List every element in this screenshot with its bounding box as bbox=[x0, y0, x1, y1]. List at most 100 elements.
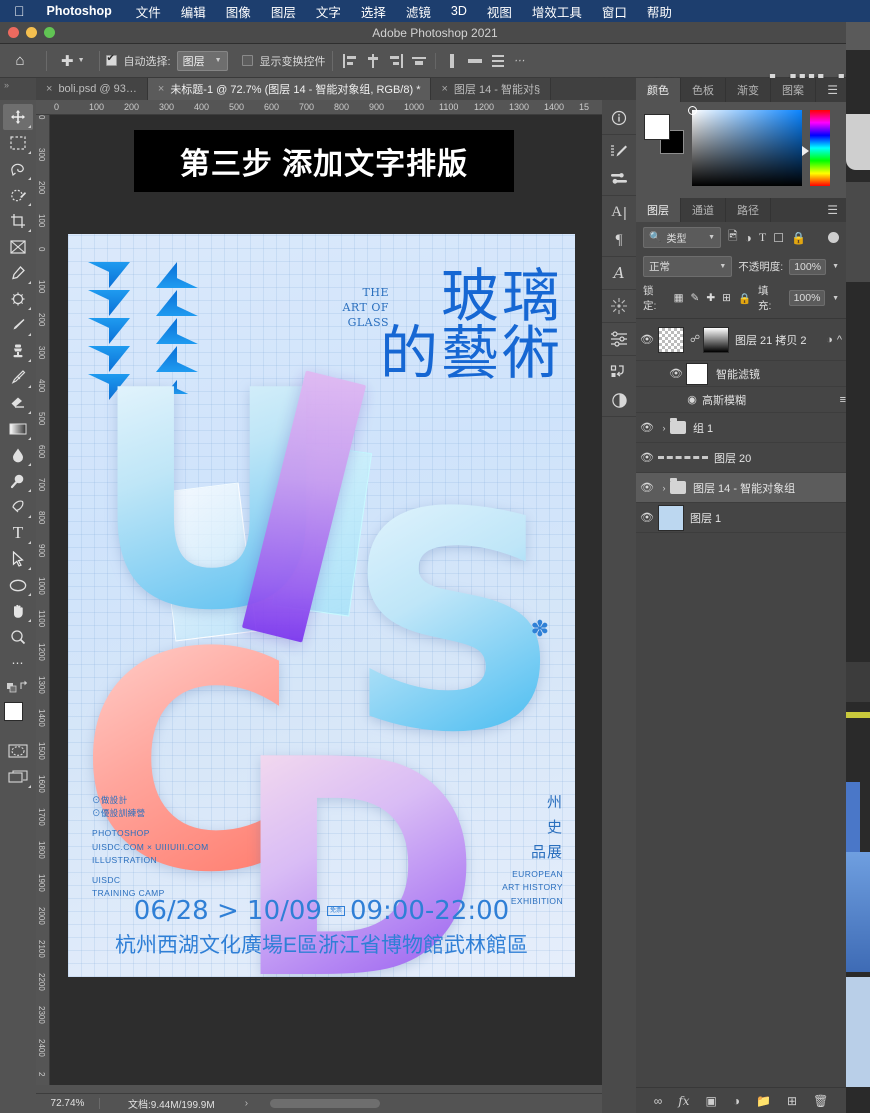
paragraph-panel-icon[interactable]: ¶ bbox=[606, 227, 632, 253]
distribute-vertical-icon[interactable] bbox=[445, 53, 459, 68]
table-row[interactable]: 👁 › 组 1 bbox=[636, 413, 846, 443]
link-layers-icon[interactable]: ∞ bbox=[654, 1094, 663, 1108]
crop-tool[interactable] bbox=[3, 208, 33, 234]
zoom-tool[interactable] bbox=[3, 624, 33, 650]
type-filter-icon[interactable]: T bbox=[759, 230, 766, 245]
object-selection-tool[interactable] bbox=[3, 182, 33, 208]
horizontal-scrollbar[interactable] bbox=[270, 1099, 381, 1108]
color-swatch-pair[interactable] bbox=[644, 114, 684, 154]
status-expand-icon[interactable]: › bbox=[215, 1098, 248, 1109]
background-window-sliver[interactable] bbox=[846, 22, 870, 1113]
layer-style-icon[interactable]: fx bbox=[678, 1094, 689, 1108]
poster-artwork[interactable]: THE ART OF GLASS 玻璃 的藝術 U S C D ✽ ⊙做設計 ⊙… bbox=[68, 234, 575, 977]
opacity-value[interactable]: 100% bbox=[789, 258, 827, 275]
blur-tool[interactable] bbox=[3, 442, 33, 468]
new-group-icon[interactable]: 📁 bbox=[756, 1094, 771, 1108]
panel-menu-icon[interactable]: ☰ bbox=[819, 198, 846, 222]
color-swatches[interactable] bbox=[3, 702, 33, 732]
tab-channels[interactable]: 通道 bbox=[681, 198, 726, 222]
layer-thumbnail[interactable] bbox=[658, 326, 684, 353]
blend-mode-select[interactable]: 正常 ▼ bbox=[643, 256, 733, 277]
properties-panel-icon[interactable] bbox=[606, 293, 632, 319]
pen-tool[interactable] bbox=[3, 494, 33, 520]
menu-item-select[interactable]: 选择 bbox=[351, 2, 396, 21]
character-panel-icon[interactable]: A | bbox=[606, 199, 632, 225]
align-center-horizontal-icon[interactable] bbox=[366, 53, 380, 68]
fill-value[interactable]: 100% bbox=[788, 290, 826, 306]
table-row[interactable]: 👁 图层 20 bbox=[636, 443, 846, 473]
layer-visibility-toggle[interactable]: 👁 bbox=[636, 333, 658, 346]
table-row[interactable]: 👁 图层 1 bbox=[636, 503, 846, 533]
hue-slider[interactable] bbox=[802, 110, 830, 186]
mask-link-icon[interactable]: ☍ bbox=[690, 334, 700, 345]
layer-comps-panel-icon[interactable] bbox=[606, 387, 632, 413]
filter-effect-visibility-toggle[interactable]: ◉ bbox=[682, 393, 702, 406]
brush-preset-icon[interactable] bbox=[606, 166, 632, 192]
table-row[interactable]: 👁 › 图层 14 - 智能对象组 bbox=[636, 473, 846, 503]
layer-mask-thumbnail[interactable] bbox=[703, 326, 729, 353]
lock-artboard-icon[interactable]: ⊞ bbox=[722, 292, 731, 304]
collapse-chevron-icon[interactable]: ^ bbox=[837, 334, 846, 346]
screen-mode-button[interactable] bbox=[3, 764, 33, 790]
more-align-options-icon[interactable]: ⋯ bbox=[514, 54, 528, 68]
info-panel-icon[interactable] bbox=[606, 105, 632, 131]
list-item[interactable]: 👁 智能滤镜 bbox=[636, 361, 846, 387]
align-top-icon[interactable] bbox=[411, 54, 426, 68]
pixel-filter-icon[interactable]: 🖻 bbox=[728, 227, 738, 248]
document-tab-layer-14[interactable]: × 图层 14 - 智能对§ bbox=[431, 78, 552, 100]
align-right-icon[interactable] bbox=[389, 53, 403, 68]
menu-item-view[interactable]: 视图 bbox=[477, 2, 522, 21]
menu-item-file[interactable]: 文件 bbox=[126, 2, 171, 21]
adjustments-panel-icon[interactable] bbox=[606, 326, 632, 352]
close-icon[interactable]: × bbox=[158, 83, 164, 95]
color-field-knob[interactable] bbox=[688, 106, 697, 115]
hand-tool[interactable] bbox=[3, 598, 33, 624]
vertical-ruler[interactable]: 0 300 200 100 0 100 200 300 400 500 600 700 800 900 10… bbox=[36, 115, 50, 1085]
clone-stamp-tool[interactable] bbox=[3, 338, 33, 364]
layer-filter-type-select[interactable]: 🔍 类型 ▼ bbox=[643, 227, 721, 248]
layer-thumbnail[interactable] bbox=[658, 504, 684, 531]
filter-toggle-switch[interactable] bbox=[828, 232, 839, 243]
ellipse-shape-tool[interactable] bbox=[3, 572, 33, 598]
tab-color[interactable]: 颜色 bbox=[636, 78, 681, 102]
close-icon[interactable]: × bbox=[46, 83, 52, 95]
dodge-tool[interactable] bbox=[3, 468, 33, 494]
frame-tool[interactable] bbox=[3, 234, 33, 260]
auto-select-checkbox[interactable] bbox=[105, 53, 117, 66]
move-tool[interactable] bbox=[3, 104, 33, 130]
layer-visibility-toggle[interactable]: 👁 bbox=[636, 511, 658, 524]
tab-gradients[interactable]: 渐变 bbox=[726, 78, 771, 102]
canvas-area[interactable]: 第三步 添加文字排版 THE ART OF GLASS 玻璃 的藝術 U S C… bbox=[50, 115, 602, 1085]
smart-filter-mask-thumbnail[interactable] bbox=[686, 362, 708, 385]
history-panel-icon[interactable] bbox=[606, 359, 632, 385]
edit-toolbar-button[interactable]: ⋯ bbox=[3, 650, 33, 676]
menu-item-3d[interactable]: 3D bbox=[441, 4, 477, 18]
show-transform-checkbox[interactable] bbox=[241, 55, 253, 66]
adjustment-layer-icon[interactable]: ◑ bbox=[733, 1094, 740, 1108]
foreground-color-swatch[interactable] bbox=[644, 114, 670, 140]
hue-slider-knob[interactable] bbox=[802, 146, 809, 156]
align-left-icon[interactable] bbox=[342, 53, 357, 68]
delete-layer-icon[interactable]: 🗑 bbox=[813, 1094, 828, 1108]
glyphs-panel-icon[interactable]: A bbox=[606, 260, 632, 286]
menu-item-help[interactable]: 帮助 bbox=[637, 2, 682, 21]
active-tool-preset[interactable]: ✚ ▼ bbox=[53, 52, 93, 70]
list-item[interactable]: ◉ 高斯模糊 ≡ bbox=[636, 387, 846, 413]
layer-mask-icon[interactable]: ▣ bbox=[705, 1094, 716, 1108]
marquee-tool[interactable] bbox=[3, 130, 33, 156]
home-icon[interactable]: ⌂ bbox=[0, 52, 40, 69]
close-icon[interactable]: × bbox=[441, 83, 447, 95]
apple-logo-icon[interactable]:  bbox=[8, 4, 37, 18]
lasso-tool[interactable] bbox=[3, 156, 33, 182]
menu-item-edit[interactable]: 编辑 bbox=[171, 2, 216, 21]
lock-image-icon[interactable]: ✎ bbox=[691, 292, 700, 304]
layer-thumbnail[interactable] bbox=[658, 456, 708, 459]
tab-patterns[interactable]: 图案 bbox=[771, 78, 816, 102]
distribute-horizontal-icon[interactable] bbox=[467, 54, 482, 68]
align-tools[interactable]: ⋯ bbox=[339, 52, 528, 69]
chevron-right-icon[interactable]: › bbox=[658, 423, 670, 433]
zoom-level[interactable]: 72.74% bbox=[36, 1098, 100, 1109]
menu-item-type[interactable]: 文字 bbox=[306, 2, 351, 21]
eyedropper-tool[interactable] bbox=[3, 260, 33, 286]
menu-item-filter[interactable]: 滤镜 bbox=[396, 2, 441, 21]
